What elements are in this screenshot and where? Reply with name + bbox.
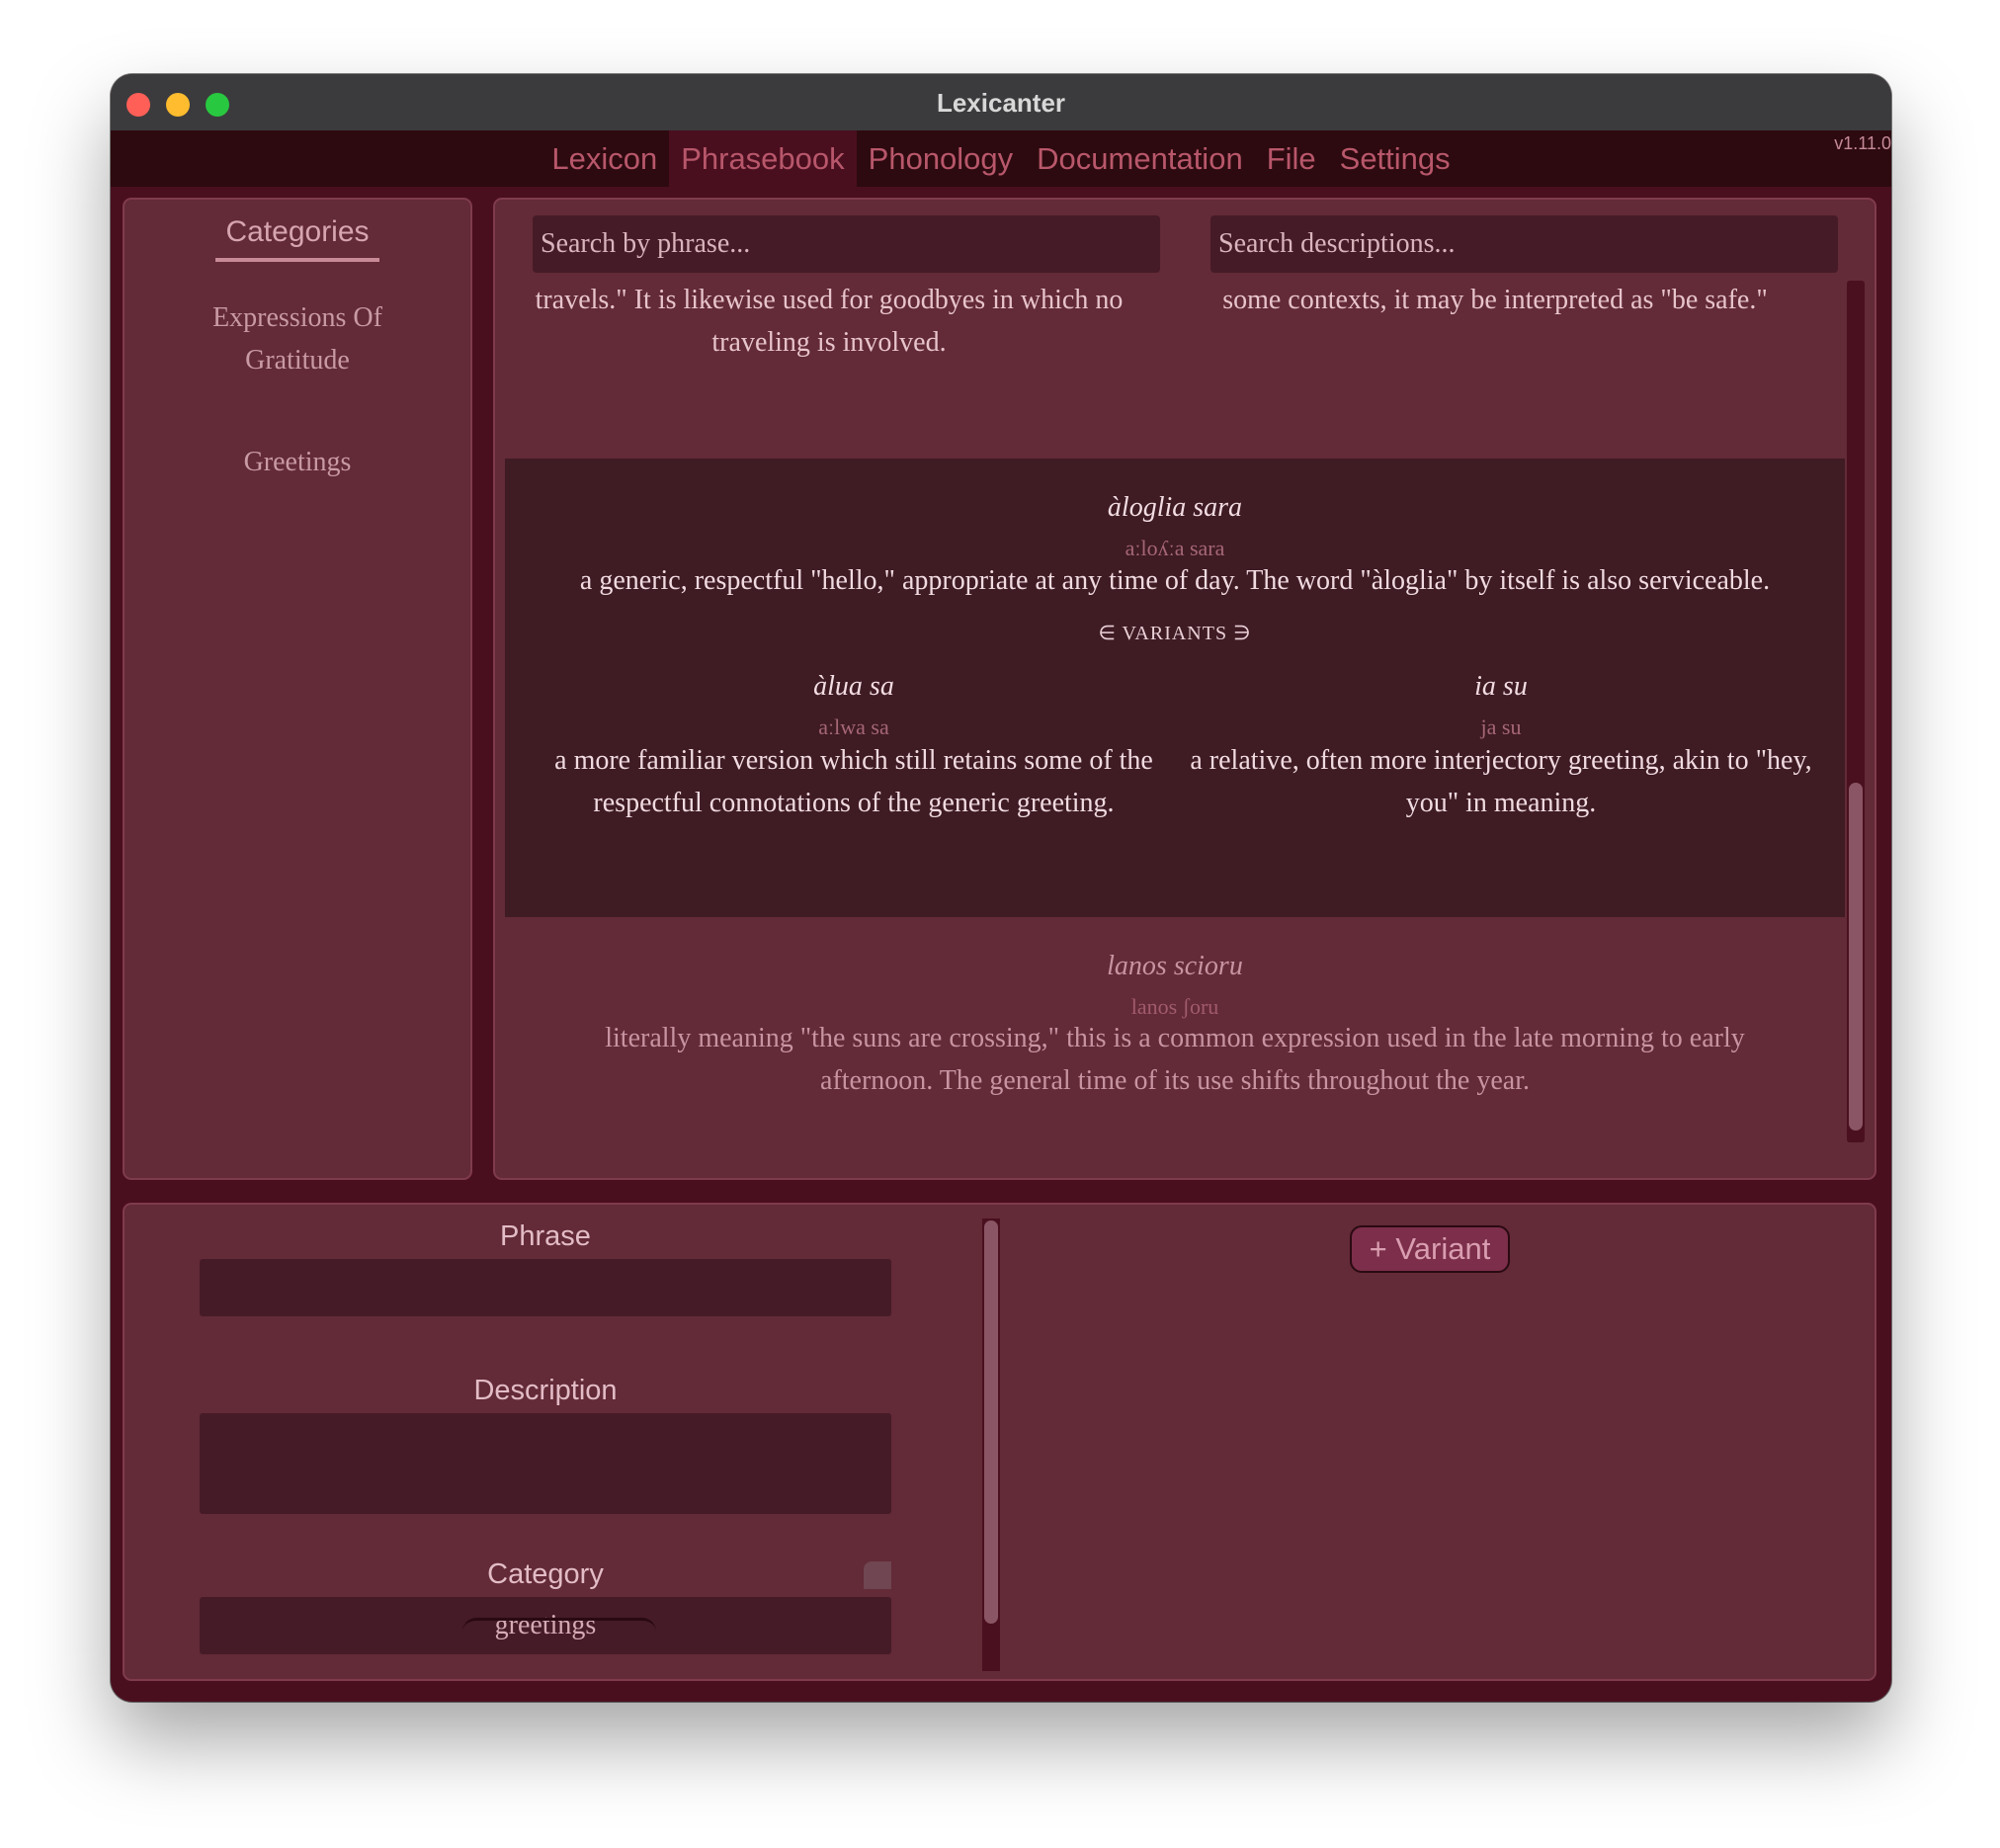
variant-description: a more familiar version which still reta… xyxy=(554,745,1153,818)
phrase-list-panel: translating loosely as "may you have man… xyxy=(493,198,1876,1180)
description-field-label: Description xyxy=(473,1375,618,1406)
phrase-entry-selected[interactable]: àloglia sara aːloʎːa sara a generic, res… xyxy=(505,459,1845,917)
categories-title: Categories xyxy=(225,215,370,248)
add-variant-button[interactable]: + Variant xyxy=(1350,1225,1510,1273)
menu-phrasebook[interactable]: Phrasebook xyxy=(669,130,857,187)
menu-lexicon[interactable]: Lexicon xyxy=(540,130,669,187)
editor-scrollbar-thumb[interactable] xyxy=(984,1220,998,1624)
variant-description: translating loosely as "may you have man… xyxy=(535,285,1124,358)
menu-documentation[interactable]: Documentation xyxy=(1025,130,1255,187)
menu-file[interactable]: File xyxy=(1255,130,1328,187)
version-label: v1.11.0 xyxy=(1834,133,1891,153)
app-window: Lexicanter Lexicon Phrasebook Phonology … xyxy=(111,74,1891,1702)
hidden-button-edge[interactable] xyxy=(462,1618,656,1640)
title-bar: Lexicanter xyxy=(111,74,1891,131)
phrase-pronunciation: aːloʎːa sara xyxy=(1125,536,1225,560)
phrase-text: àloglia sara xyxy=(1107,492,1243,523)
variants-label: ∈ VARIANTS ∋ xyxy=(1098,623,1252,644)
menu-phonology[interactable]: Phonology xyxy=(857,130,1026,187)
search-phrase-input[interactable] xyxy=(533,215,1160,273)
description-textarea[interactable] xyxy=(200,1413,891,1514)
phrase-description: literally meaning "the suns are crossing… xyxy=(605,1023,1745,1096)
search-description-input[interactable] xyxy=(1210,215,1838,273)
category-item-greetings[interactable]: Greetings xyxy=(164,441,431,483)
variant-description: a simple goodbye in the same spirit of "… xyxy=(1222,285,1768,315)
phrase-input[interactable] xyxy=(200,1259,891,1316)
categories-title-underline xyxy=(215,258,379,262)
phrase-description: a generic, respectful "hello," appropria… xyxy=(579,565,1771,596)
category-item-expressions-of-gratitude[interactable]: Expressions Of Gratitude xyxy=(164,296,431,381)
menu-settings[interactable]: Settings xyxy=(1328,130,1462,187)
variant-pronunciation: ja su xyxy=(1480,714,1522,739)
phrase-field-label: Phrase xyxy=(500,1220,591,1252)
variant-description: a relative, often more interjectory gree… xyxy=(1190,745,1812,818)
phrase-text: lanos scioru xyxy=(1107,951,1243,981)
window-title: Lexicanter xyxy=(936,88,1066,118)
list-scrollbar-thumb[interactable] xyxy=(1849,783,1863,1131)
categories-panel: Categories Expressions Of Gratitude Gree… xyxy=(123,198,472,1180)
phrase-entry-partial[interactable]: translating loosely as "may you have man… xyxy=(505,281,1845,459)
menu-bar: Lexicon Phrasebook Phonology Documentati… xyxy=(111,130,1891,187)
variant-phrase: àlua sa xyxy=(813,671,894,702)
variant-pronunciation: aːlwa sa xyxy=(818,714,889,739)
variant-phrase: ia su xyxy=(1474,671,1528,702)
category-field-label: Category xyxy=(487,1558,604,1590)
